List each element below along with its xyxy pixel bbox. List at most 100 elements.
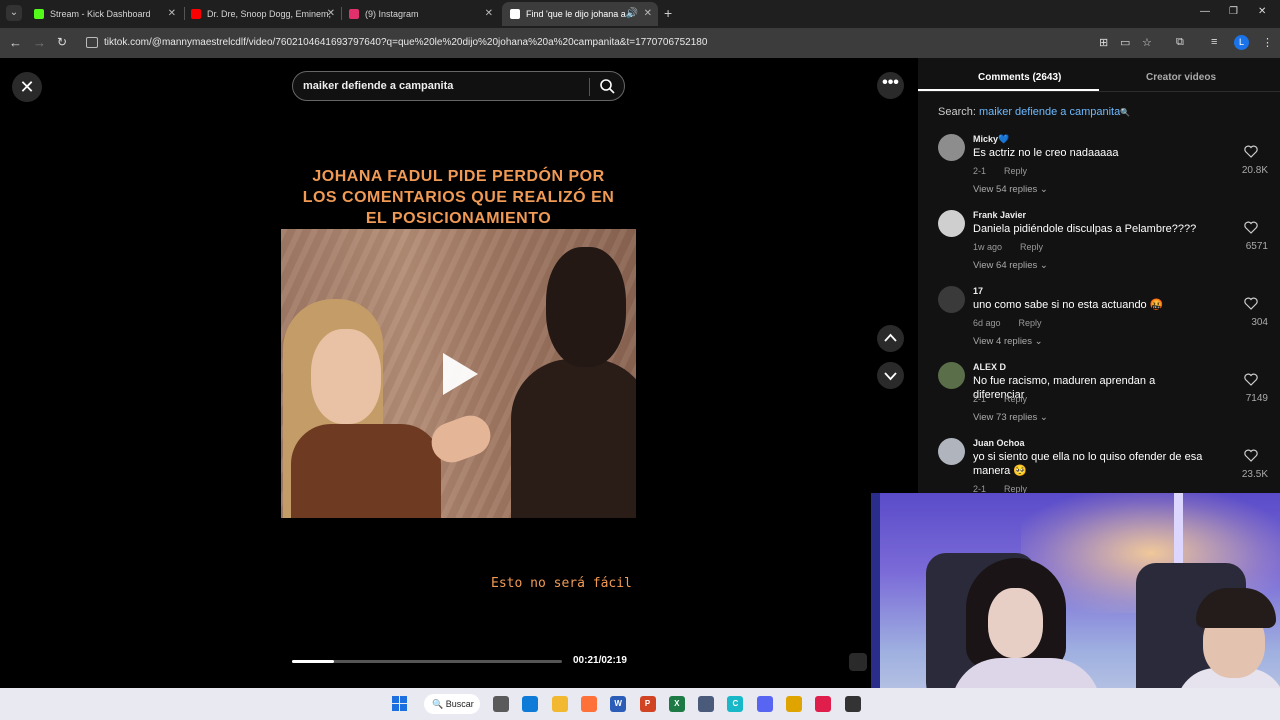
tab-tiktok[interactable]: Find 'que le dijo johana a c 🔊 ✕	[502, 2, 658, 26]
tab-label: Stream - Kick Dashboard	[50, 9, 151, 19]
chrome-icon[interactable]	[786, 696, 802, 712]
taskbar-search-label: Buscar	[445, 699, 474, 709]
url-field[interactable]: tiktok.com/@mannymaestrelcdlf/video/7602…	[104, 37, 707, 48]
search-query-link[interactable]: maiker defiende a campanita	[979, 106, 1120, 118]
speaker-icon[interactable]: 🔊	[626, 8, 638, 19]
avatar[interactable]	[938, 438, 965, 465]
search-input[interactable]: maiker defiende a campanita	[303, 80, 453, 92]
back-icon[interactable]: ←	[9, 35, 22, 50]
file-explorer-icon[interactable]	[551, 696, 568, 712]
heart-icon[interactable]	[1244, 221, 1258, 234]
chevron-up-icon	[884, 333, 897, 342]
tab-youtube[interactable]: Dr. Dre, Snoop Dogg, Eminem, ✕	[185, 2, 341, 26]
avatar[interactable]	[938, 134, 965, 161]
man-figure	[511, 359, 636, 518]
led-strip	[871, 493, 880, 720]
canva-icon[interactable]: C	[727, 696, 744, 712]
play-icon[interactable]	[443, 353, 478, 395]
comment-username[interactable]: Micky💙	[973, 134, 1009, 145]
view-replies-button[interactable]: View 73 replies ⌄	[973, 412, 1048, 423]
close-icon[interactable]: ✕	[485, 8, 493, 19]
close-icon[interactable]: ✕	[168, 8, 176, 19]
comment-username[interactable]: ALEX D	[973, 362, 1006, 372]
tiktok-icon[interactable]	[815, 696, 832, 712]
reply-button[interactable]: Reply	[1019, 318, 1042, 328]
video-player[interactable]: maiker defiende a campanita Johana Fadul…	[281, 58, 636, 688]
minimize-icon[interactable]: —	[1200, 6, 1210, 17]
close-video-button[interactable]: ✕	[12, 72, 42, 102]
view-replies-button[interactable]: View 54 replies ⌄	[973, 184, 1048, 195]
task-view-icon[interactable]	[493, 696, 509, 712]
previous-video-button[interactable]	[877, 325, 904, 352]
reply-button[interactable]: Reply	[1004, 394, 1027, 404]
heart-icon[interactable]	[1244, 297, 1258, 310]
progress-bar[interactable]	[292, 660, 562, 663]
tab-search-button[interactable]: ⌄	[6, 5, 22, 21]
kebab-menu-icon[interactable]: ⋮	[1262, 36, 1273, 49]
avatar[interactable]	[938, 362, 965, 389]
excel-icon[interactable]: X	[668, 696, 685, 712]
view-replies-label: View 4 replies	[973, 336, 1032, 347]
search-icon: 🔍	[1120, 108, 1131, 117]
extensions-icon[interactable]: ⧉	[1176, 36, 1184, 49]
view-replies-label: View 54 replies	[973, 184, 1038, 195]
reply-button[interactable]: Reply	[1004, 166, 1027, 176]
instagram-icon	[349, 9, 359, 19]
comment-username[interactable]: Juan Ochoa	[973, 438, 1025, 448]
heart-icon[interactable]	[1244, 449, 1258, 462]
progress-fill	[292, 660, 334, 663]
app-icon[interactable]	[698, 696, 715, 712]
view-replies-button[interactable]: View 4 replies ⌄	[973, 336, 1043, 347]
comment-meta: 1w ago Reply	[973, 242, 1043, 252]
video-headline: Johana Fadul pide perdón por los comenta…	[281, 166, 636, 229]
picture-in-picture-icon[interactable]	[849, 653, 867, 671]
reload-icon[interactable]: ↻	[57, 35, 67, 49]
comment-item: Juan Ochoa yo si siento que ella no lo q…	[938, 438, 1268, 494]
tab-kick[interactable]: Stream - Kick Dashboard ✕	[26, 2, 182, 26]
tab-creator-videos[interactable]: Creator videos	[1146, 72, 1216, 83]
tab-comments[interactable]: Comments (2643)	[978, 72, 1061, 83]
profile-avatar[interactable]: L	[1234, 35, 1249, 50]
comment-username[interactable]: 17	[973, 286, 983, 296]
site-info-icon[interactable]	[86, 37, 98, 48]
close-icon[interactable]: ✕	[327, 8, 335, 19]
comment-username[interactable]: Frank Javier	[973, 210, 1026, 220]
more-options-button[interactable]: •••	[877, 72, 904, 99]
cast-icon[interactable]: ▭	[1120, 36, 1130, 49]
active-tab-underline	[918, 89, 1099, 91]
search-icon[interactable]	[599, 78, 615, 94]
comment-item: ALEX D No fue racismo, maduren aprendan …	[938, 362, 1268, 432]
windows-start-icon[interactable]	[392, 696, 407, 711]
firefox-icon[interactable]	[580, 696, 597, 712]
next-video-button[interactable]	[877, 362, 904, 389]
view-replies-button[interactable]: View 64 replies ⌄	[973, 260, 1048, 271]
window-close-icon[interactable]: ✕	[1258, 6, 1266, 17]
heart-icon[interactable]	[1244, 145, 1258, 158]
tab-instagram[interactable]: (9) Instagram ✕	[343, 2, 499, 26]
comment-meta: 2-1 Reply	[973, 394, 1027, 404]
comment-item: 17 uno como sabe si no esta actuando 🤬 6…	[938, 286, 1268, 356]
close-icon[interactable]: ✕	[644, 8, 652, 19]
new-tab-button[interactable]: +	[664, 5, 672, 21]
video-search-bar[interactable]: maiker defiende a campanita	[292, 71, 625, 101]
restore-icon[interactable]: ❐	[1229, 6, 1238, 17]
avatar[interactable]	[938, 210, 965, 237]
bookmark-star-icon[interactable]: ☆	[1142, 36, 1152, 49]
obs-icon[interactable]	[844, 696, 861, 712]
avatar[interactable]	[938, 286, 965, 313]
forward-icon[interactable]: →	[33, 35, 46, 50]
word-icon[interactable]: W	[610, 696, 627, 712]
reply-button[interactable]: Reply	[1020, 242, 1043, 252]
discord-icon[interactable]	[756, 696, 773, 712]
taskbar-search[interactable]: 🔍 Buscar	[424, 694, 480, 714]
translate-icon[interactable]: ⊞	[1099, 36, 1108, 49]
edge-icon[interactable]	[522, 696, 539, 712]
comment-meta: 2-1 Reply	[973, 166, 1027, 176]
address-bar: ← → ↻ tiktok.com/@mannymaestrelcdlf/vide…	[0, 28, 1280, 58]
media-controls-icon[interactable]: ≡	[1211, 36, 1217, 48]
video-frame[interactable]	[281, 229, 636, 518]
like-count: 304	[1251, 317, 1268, 328]
woman-dress	[291, 424, 441, 518]
powerpoint-icon[interactable]: P	[639, 696, 656, 712]
heart-icon[interactable]	[1244, 373, 1258, 386]
